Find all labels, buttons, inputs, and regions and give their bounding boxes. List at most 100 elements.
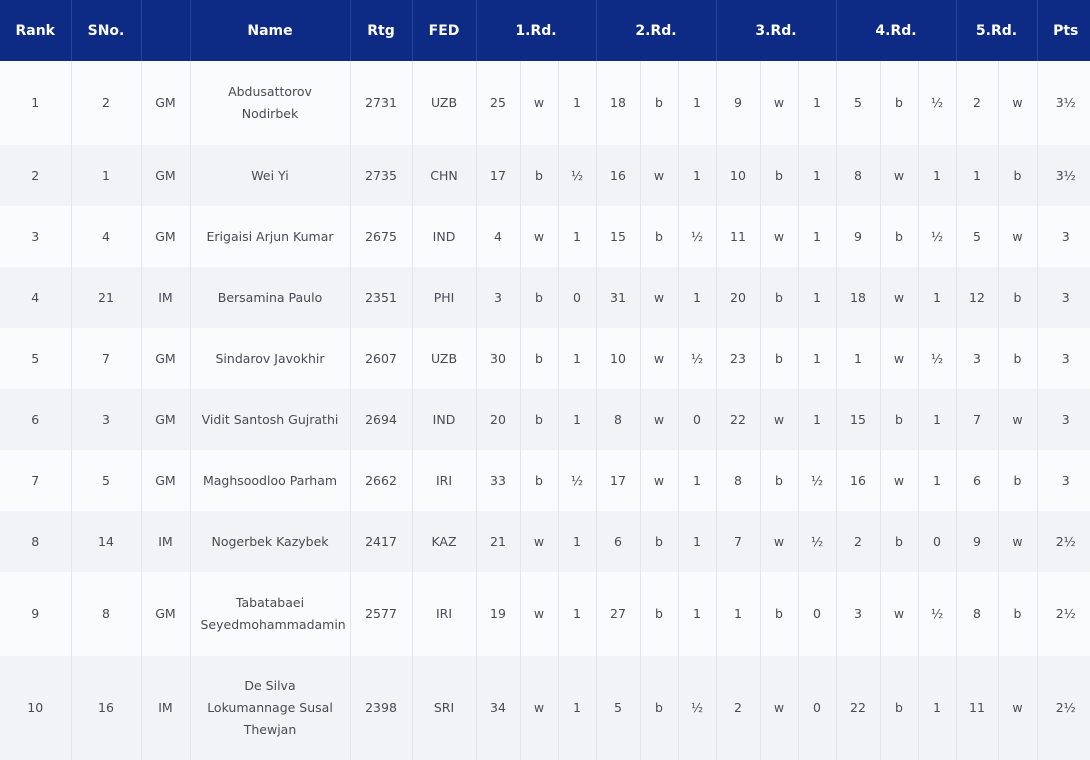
round-4-opponent-cell[interactable]: 1 bbox=[836, 328, 881, 389]
table-row: 6 3 GM Vidit Santosh Gujrathi 2694 IND 20 b 1 8 w 0… bbox=[0, 389, 1090, 450]
federation-cell: PHI bbox=[412, 267, 477, 328]
round-4-opponent-cell[interactable]: 5 bbox=[836, 61, 881, 145]
header-round-2[interactable]: 2.Rd. bbox=[596, 0, 717, 61]
round-2-color-cell: b bbox=[640, 206, 679, 267]
round-3-result-cell: ½ bbox=[798, 511, 837, 572]
player-name-cell[interactable]: Erigaisi Arjun Kumar bbox=[190, 206, 351, 267]
player-name-cell[interactable]: Sindarov Javokhir bbox=[190, 328, 351, 389]
header-round-4[interactable]: 4.Rd. bbox=[836, 0, 957, 61]
round-2-opponent-cell[interactable]: 6 bbox=[596, 511, 641, 572]
round-5-opponent-cell[interactable]: 6 bbox=[956, 450, 999, 511]
round-2-result-cell: 0 bbox=[678, 389, 717, 450]
round-2-opponent-cell[interactable]: 5 bbox=[596, 656, 641, 760]
round-3-opponent-cell[interactable]: 1 bbox=[716, 572, 761, 656]
round-5-opponent-cell[interactable]: 1 bbox=[956, 145, 999, 206]
federation-cell: UZB bbox=[412, 61, 477, 145]
round-1-opponent-cell[interactable]: 19 bbox=[476, 572, 521, 656]
header-rank[interactable]: Rank bbox=[0, 0, 72, 61]
round-5-opponent-cell[interactable]: 2 bbox=[956, 61, 999, 145]
federation-cell: IND bbox=[412, 389, 477, 450]
player-name-cell[interactable]: Abdusattorov Nodirbek bbox=[190, 61, 351, 145]
header-pts[interactable]: Pts bbox=[1037, 0, 1090, 61]
round-2-opponent-cell[interactable]: 16 bbox=[596, 145, 641, 206]
round-1-opponent-cell[interactable]: 21 bbox=[476, 511, 521, 572]
round-2-color-cell: b bbox=[640, 572, 679, 656]
header-sno[interactable]: SNo. bbox=[71, 0, 142, 61]
header-name[interactable]: Name bbox=[190, 0, 351, 61]
round-2-result-cell: 1 bbox=[678, 61, 717, 145]
title-cell: GM bbox=[141, 328, 191, 389]
round-2-opponent-cell[interactable]: 10 bbox=[596, 328, 641, 389]
round-3-result-cell: ½ bbox=[798, 450, 837, 511]
round-4-result-cell: ½ bbox=[918, 328, 957, 389]
round-2-opponent-cell[interactable]: 27 bbox=[596, 572, 641, 656]
sno-cell: 8 bbox=[71, 572, 142, 656]
round-4-opponent-cell[interactable]: 18 bbox=[836, 267, 881, 328]
round-1-opponent-cell[interactable]: 17 bbox=[476, 145, 521, 206]
round-5-color-cell: b bbox=[998, 267, 1038, 328]
round-5-opponent-cell[interactable]: 3 bbox=[956, 328, 999, 389]
round-4-result-cell: ½ bbox=[918, 206, 957, 267]
round-2-opponent-cell[interactable]: 17 bbox=[596, 450, 641, 511]
round-1-result-cell: 1 bbox=[558, 389, 597, 450]
round-1-opponent-cell[interactable]: 30 bbox=[476, 328, 521, 389]
round-1-result-cell: 1 bbox=[558, 656, 597, 760]
round-5-opponent-cell[interactable]: 5 bbox=[956, 206, 999, 267]
header-fed[interactable]: FED bbox=[412, 0, 477, 61]
player-name-cell[interactable]: Maghsoodloo Parham bbox=[190, 450, 351, 511]
round-3-color-cell: b bbox=[760, 450, 799, 511]
round-1-opponent-cell[interactable]: 20 bbox=[476, 389, 521, 450]
table-row: 7 5 GM Maghsoodloo Parham 2662 IRI 33 b ½ 17 w 1 8 b ½… bbox=[0, 450, 1090, 511]
round-4-opponent-cell[interactable]: 3 bbox=[836, 572, 881, 656]
round-1-opponent-cell[interactable]: 25 bbox=[476, 61, 521, 145]
round-2-opponent-cell[interactable]: 8 bbox=[596, 389, 641, 450]
round-2-opponent-cell[interactable]: 31 bbox=[596, 267, 641, 328]
rating-cell: 2675 bbox=[350, 206, 413, 267]
round-1-opponent-cell[interactable]: 4 bbox=[476, 206, 521, 267]
round-4-opponent-cell[interactable]: 9 bbox=[836, 206, 881, 267]
round-5-opponent-cell[interactable]: 11 bbox=[956, 656, 999, 760]
round-3-opponent-cell[interactable]: 7 bbox=[716, 511, 761, 572]
rating-cell: 2735 bbox=[350, 145, 413, 206]
round-4-opponent-cell[interactable]: 15 bbox=[836, 389, 881, 450]
player-name-cell[interactable]: Wei Yi bbox=[190, 145, 351, 206]
round-2-opponent-cell[interactable]: 15 bbox=[596, 206, 641, 267]
header-round-5[interactable]: 5.Rd. bbox=[956, 0, 1038, 61]
header-round-1[interactable]: 1.Rd. bbox=[476, 0, 597, 61]
player-name-cell[interactable]: Tabatabaei Seyedmohammadamin bbox=[190, 572, 351, 656]
header-rtg[interactable]: Rtg bbox=[350, 0, 413, 61]
round-2-result-cell: 1 bbox=[678, 145, 717, 206]
rating-cell: 2417 bbox=[350, 511, 413, 572]
round-4-color-cell: w bbox=[880, 267, 919, 328]
standings-body: 1 2 GM Abdusattorov Nodirbek 2731 UZB 25 w 1 18 b 1… bbox=[0, 61, 1090, 760]
round-3-opponent-cell[interactable]: 2 bbox=[716, 656, 761, 760]
round-3-opponent-cell[interactable]: 23 bbox=[716, 328, 761, 389]
player-name-cell[interactable]: Nogerbek Kazybek bbox=[190, 511, 351, 572]
round-1-opponent-cell[interactable]: 34 bbox=[476, 656, 521, 760]
player-name-cell[interactable]: De Silva Lokumannage Susal Thewjan bbox=[190, 656, 351, 760]
round-3-opponent-cell[interactable]: 22 bbox=[716, 389, 761, 450]
round-5-opponent-cell[interactable]: 9 bbox=[956, 511, 999, 572]
round-5-opponent-cell[interactable]: 8 bbox=[956, 572, 999, 656]
round-1-opponent-cell[interactable]: 3 bbox=[476, 267, 521, 328]
round-5-opponent-cell[interactable]: 12 bbox=[956, 267, 999, 328]
round-4-opponent-cell[interactable]: 22 bbox=[836, 656, 881, 760]
round-1-color-cell: b bbox=[520, 450, 559, 511]
round-3-opponent-cell[interactable]: 8 bbox=[716, 450, 761, 511]
round-3-opponent-cell[interactable]: 11 bbox=[716, 206, 761, 267]
round-5-opponent-cell[interactable]: 7 bbox=[956, 389, 999, 450]
player-name-cell[interactable]: Bersamina Paulo bbox=[190, 267, 351, 328]
player-name-cell[interactable]: Vidit Santosh Gujrathi bbox=[190, 389, 351, 450]
round-4-opponent-cell[interactable]: 2 bbox=[836, 511, 881, 572]
round-4-opponent-cell[interactable]: 8 bbox=[836, 145, 881, 206]
round-3-opponent-cell[interactable]: 10 bbox=[716, 145, 761, 206]
header-round-3[interactable]: 3.Rd. bbox=[716, 0, 837, 61]
title-cell: GM bbox=[141, 572, 191, 656]
round-3-opponent-cell[interactable]: 20 bbox=[716, 267, 761, 328]
round-3-opponent-cell[interactable]: 9 bbox=[716, 61, 761, 145]
round-3-result-cell: 0 bbox=[798, 656, 837, 760]
round-1-opponent-cell[interactable]: 33 bbox=[476, 450, 521, 511]
round-4-opponent-cell[interactable]: 16 bbox=[836, 450, 881, 511]
round-2-opponent-cell[interactable]: 18 bbox=[596, 61, 641, 145]
round-5-color-cell: w bbox=[998, 511, 1038, 572]
